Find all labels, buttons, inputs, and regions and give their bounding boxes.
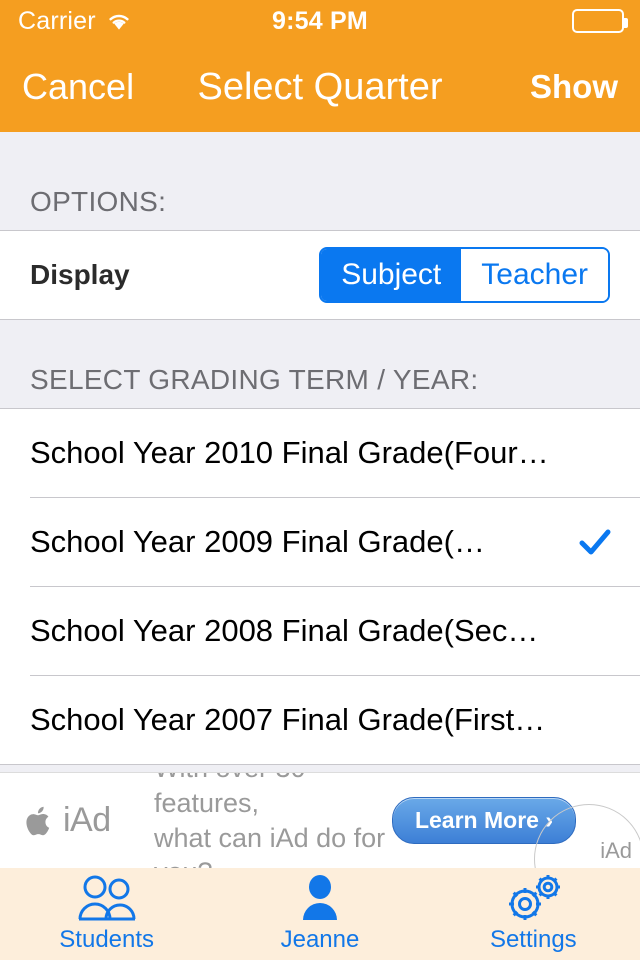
iad-banner[interactable]: iAd With over 30 features, what can iAd …	[0, 772, 640, 868]
battery-icon	[572, 9, 628, 33]
display-label: Display	[30, 259, 130, 290]
app-screen: Carrier 9:54 PM Cancel Select Quarter Sh…	[0, 0, 640, 960]
tab-jeanne[interactable]: Jeanne	[213, 868, 426, 960]
iad-copy: With over 30 features, what can iAd do f…	[150, 773, 392, 869]
two-people-icon	[76, 874, 138, 922]
iad-copy-line2: what can iAd do for you?	[154, 822, 386, 869]
term-rows: School Year 2010 Final Grade(Fourt… Scho…	[0, 409, 640, 765]
iad-copy-line1: With over 30 features,	[154, 773, 306, 818]
tab-bar: Students Jeanne Settings	[0, 868, 640, 960]
cancel-button[interactable]: Cancel	[22, 66, 134, 108]
segment-subject[interactable]: Subject	[321, 249, 462, 301]
tab-students[interactable]: Students	[0, 868, 213, 960]
display-option-row[interactable]: Display Subject Teacher	[0, 231, 640, 319]
tab-label-students: Students	[59, 926, 155, 953]
iad-corner-label: iAd	[600, 838, 632, 863]
term-label: School Year 2007 Final Grade(First Y…	[30, 702, 550, 737]
term-label: School Year 2009 Final Grade(…	[30, 524, 485, 559]
table-row[interactable]: School Year 2008 Final Grade(Secon…	[0, 587, 640, 675]
settings-list[interactable]: OPTIONS: Display Subject Teacher SELECT …	[0, 132, 640, 772]
apple-logo-icon	[26, 804, 54, 838]
status-bar: Carrier 9:54 PM	[0, 0, 640, 42]
display-segmented-control[interactable]: Subject Teacher	[319, 247, 610, 303]
person-filled-icon	[296, 874, 344, 922]
navigation-bar: Cancel Select Quarter Show	[0, 42, 640, 132]
term-label: School Year 2008 Final Grade(Secon…	[30, 613, 550, 648]
checkmark-icon	[578, 525, 612, 559]
table-row[interactable]: School Year 2007 Final Grade(First Y…	[0, 676, 640, 764]
iad-brand-label: iAd	[63, 801, 111, 839]
gears-icon	[503, 874, 563, 922]
segment-teacher[interactable]: Teacher	[461, 249, 608, 301]
tab-label-settings: Settings	[489, 926, 577, 953]
table-row[interactable]: School Year 2009 Final Grade(…	[0, 498, 640, 586]
status-bar-clock: 9:54 PM	[272, 6, 368, 35]
learn-more-button[interactable]: Learn More ›	[391, 797, 576, 844]
tab-label-jeanne: Jeanne	[280, 926, 360, 953]
tab-settings[interactable]: Settings	[427, 868, 640, 960]
table-row[interactable]: School Year 2010 Final Grade(Fourt…	[0, 409, 640, 497]
iad-brand: iAd	[0, 801, 150, 840]
options-section-header: OPTIONS:	[30, 186, 167, 217]
row-separator	[0, 764, 640, 765]
show-button[interactable]: Show	[530, 68, 618, 106]
term-label: School Year 2010 Final Grade(Fourt…	[30, 435, 550, 470]
terms-section-header: SELECT GRADING TERM / YEAR:	[30, 364, 479, 395]
